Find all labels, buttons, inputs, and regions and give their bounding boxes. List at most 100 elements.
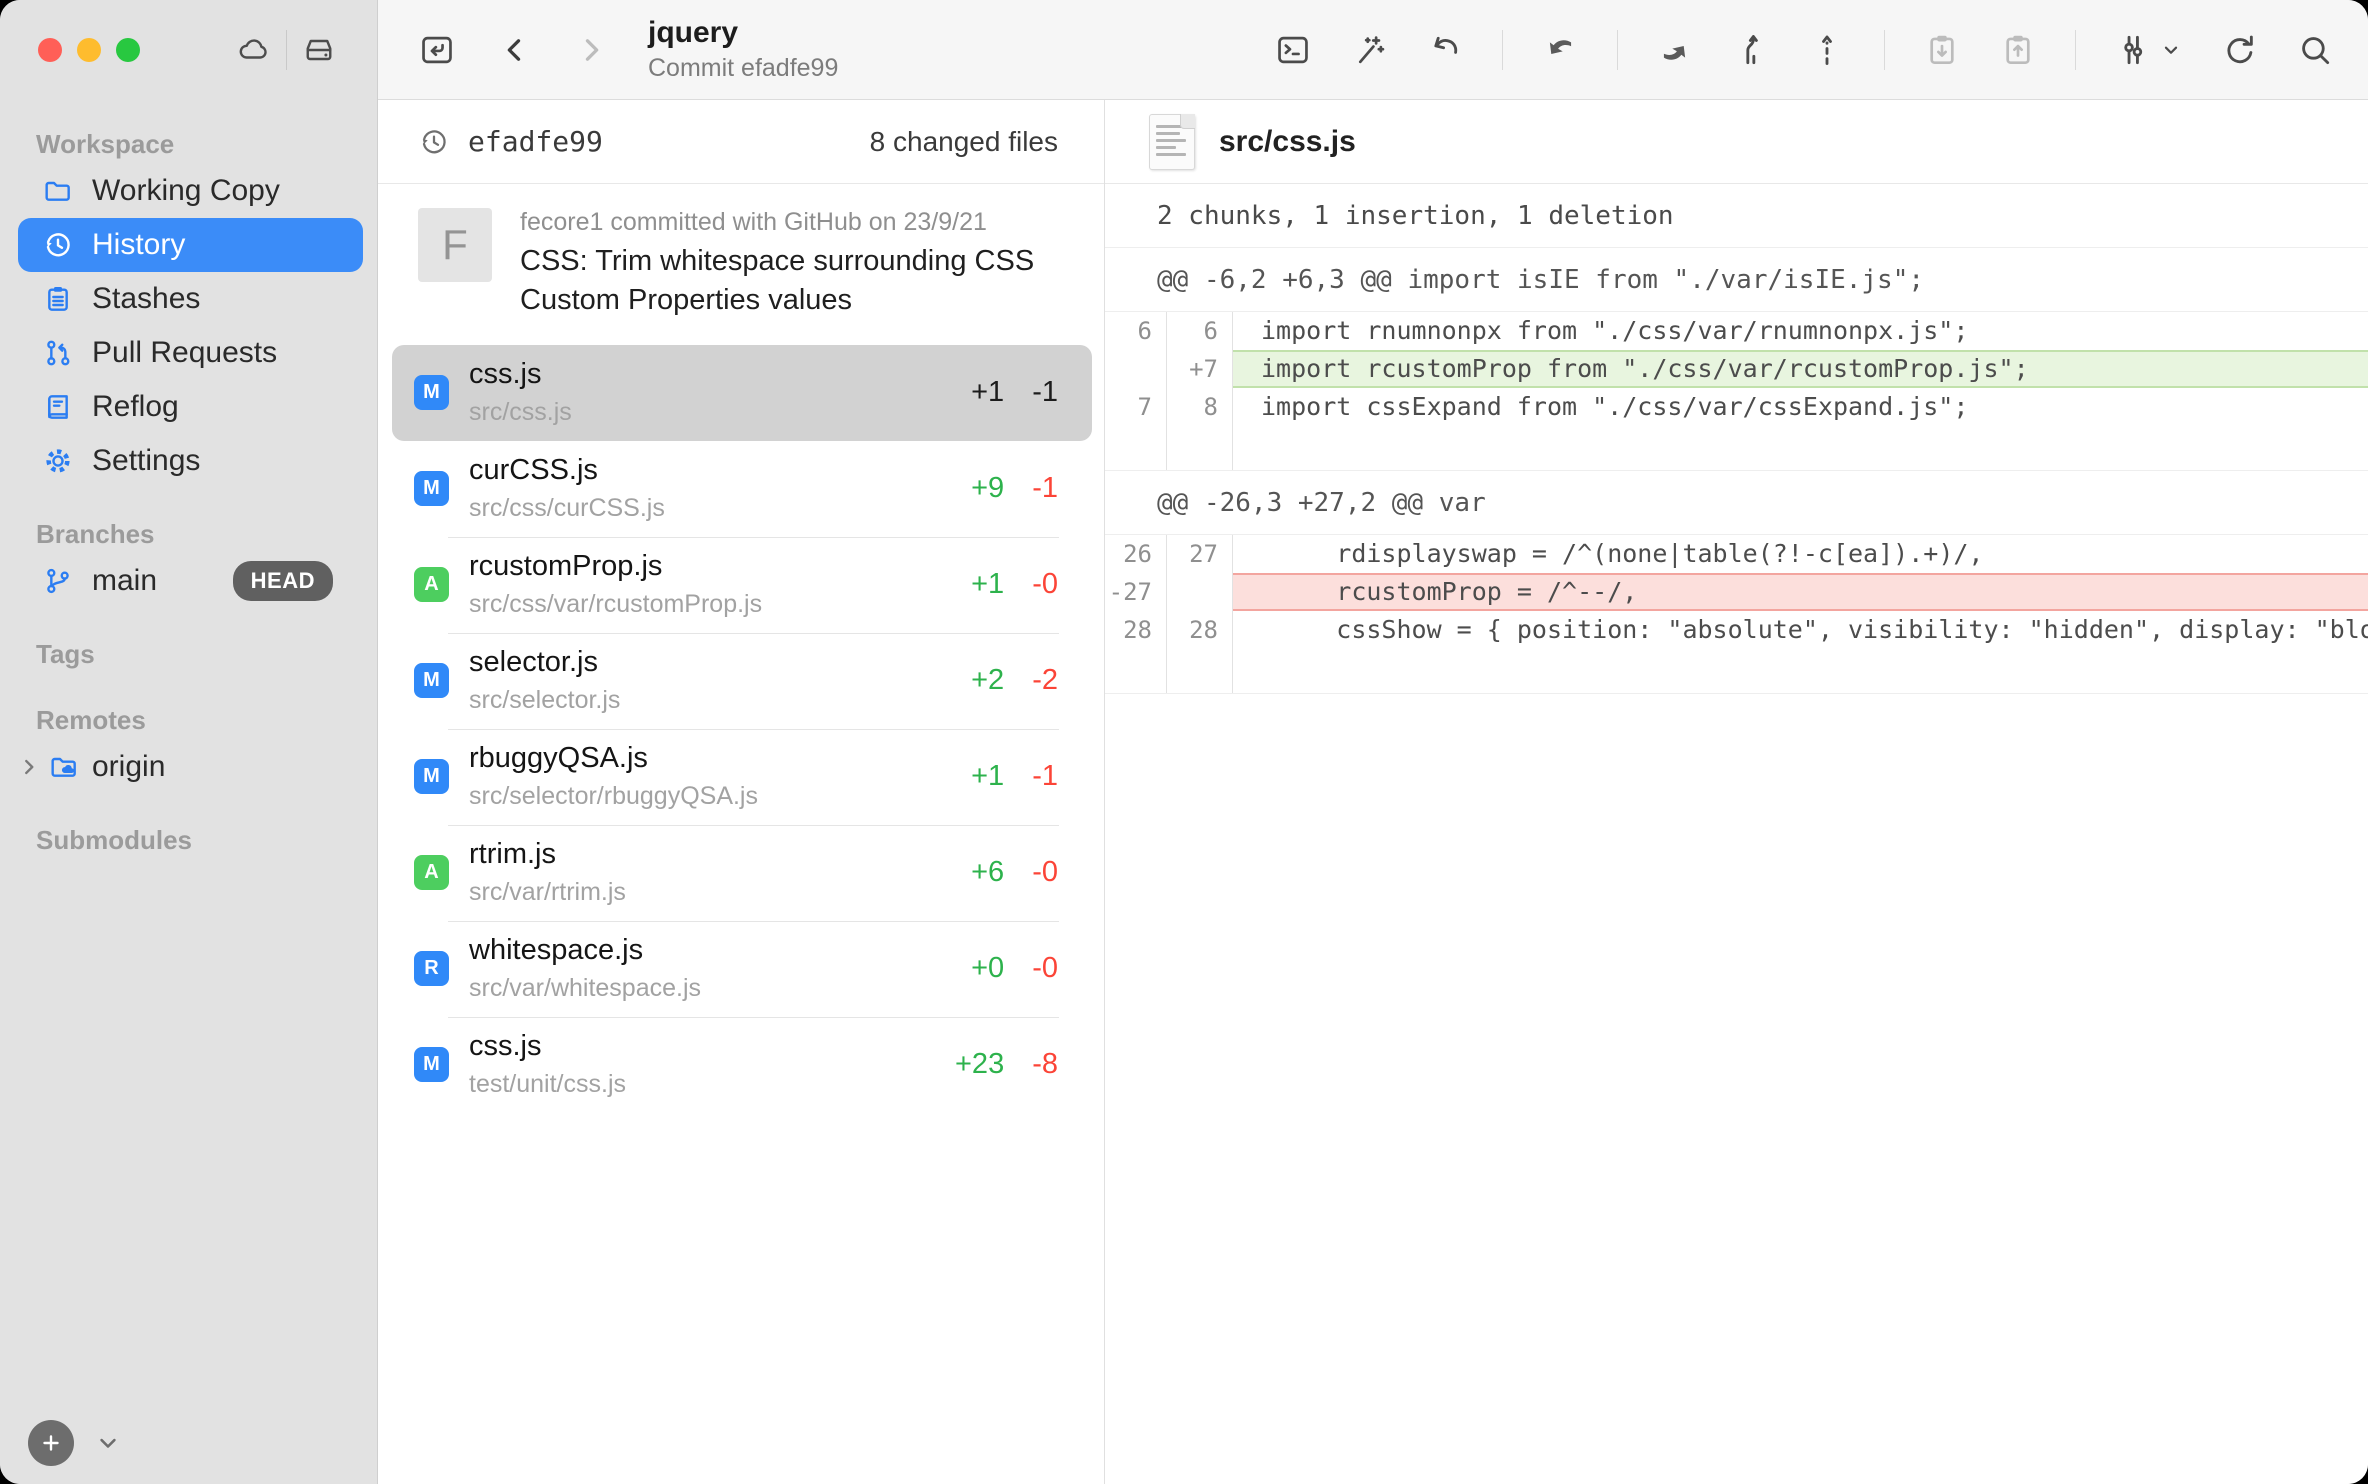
merge-icon[interactable] [1732,31,1770,69]
rebase-icon[interactable] [1808,31,1846,69]
traffic-lights [38,38,140,62]
commit-panel: efadfe99 8 changed files F fecore1 commi… [378,100,1105,1484]
file-name: rcustomProp.js [469,550,762,583]
file-row[interactable]: M selector.js src/selector.js +2-2 [378,633,1104,729]
file-path: test/unit/css.js [469,1070,626,1099]
file-path: src/selector/rbuggyQSA.js [469,782,758,811]
status-badge-modified: M [414,375,449,410]
toolbar-divider [1502,30,1503,70]
commit-sha: efadfe99 [468,125,603,158]
new-line-number [1167,573,1233,611]
diff-gutter-filler [1105,649,2368,693]
removed-count: -0 [1032,952,1058,985]
new-line-number: 28 [1167,611,1233,649]
zoom-window-button[interactable] [116,38,140,62]
chevron-down-icon[interactable] [94,1429,122,1457]
pull-icon[interactable] [1541,31,1579,69]
status-badge-renamed: R [414,951,449,986]
commit-panel-header: efadfe99 8 changed files [378,100,1104,184]
minimize-window-button[interactable] [77,38,101,62]
file-name: rtrim.js [469,838,626,871]
head-badge: HEAD [233,561,333,601]
sidebar-item-label: Settings [92,444,200,478]
sidebar-item-label: Reflog [92,390,179,424]
file-path: src/css/curCSS.js [469,494,665,523]
removed-count: -1 [1032,376,1058,409]
file-row[interactable]: A rcustomProp.js src/css/var/rcustomProp… [378,537,1104,633]
sidebar: Workspace Working Copy History Stashes P… [0,0,378,1484]
code-text: rcustomProp = /^--/, [1233,573,2368,611]
diff-line-context: 28 28 cssShow = { position: "absolute", … [1105,611,2368,649]
remote-name: origin [92,750,165,784]
diff-file-name: src/css.js [1219,125,1356,159]
local-drive-icon[interactable] [301,32,337,68]
added-count: +1 [971,376,1004,409]
chevron-down-icon [2160,39,2182,61]
sidebar-item-working-copy[interactable]: Working Copy [0,164,377,218]
file-row[interactable]: R whitespace.js src/var/whitespace.js +0… [378,921,1104,1017]
removed-count: -0 [1032,856,1058,889]
search-icon[interactable] [2296,31,2334,69]
folder-icon [42,175,74,207]
forward-icon[interactable] [574,33,608,67]
cloud-icon[interactable] [236,32,272,68]
added-count: +9 [971,472,1004,505]
push-icon[interactable] [1656,31,1694,69]
quick-launch-wand-icon[interactable] [1350,31,1388,69]
back-icon[interactable] [498,33,532,67]
close-window-button[interactable] [38,38,62,62]
added-count: +2 [971,664,1004,697]
sidebar-item-branch-main[interactable]: main HEAD [0,554,377,608]
clock-history-icon [418,126,450,158]
repo-switcher-icon[interactable] [418,31,456,69]
stash-clipboard-icon [42,283,74,315]
hunk-header: @@ -6,2 +6,3 @@ import isIE from "./var/… [1105,248,2368,312]
chevron-right-icon[interactable] [16,754,42,780]
diff-panel-header: src/css.js [1105,100,2368,184]
window-title: jquery [648,16,838,50]
sidebar-item-remote-origin[interactable]: origin [0,740,377,794]
fetch-refresh-icon[interactable] [2220,31,2258,69]
toolbar: jquery Commit efadfe99 [378,0,2368,100]
file-name: whitespace.js [469,934,701,967]
view-options-control[interactable] [2114,31,2182,69]
status-badge-modified: M [414,471,449,506]
sidebar-titlebar [0,0,377,100]
stash-save-icon[interactable] [1923,31,1961,69]
file-path: src/var/whitespace.js [469,974,701,1003]
file-row[interactable]: M rbuggyQSA.js src/selector/rbuggyQSA.js… [378,729,1104,825]
file-row[interactable]: M css.js src/css.js +1-1 [392,345,1092,441]
add-repository-button[interactable] [28,1420,74,1466]
new-line-number: 8 [1167,388,1233,426]
diff-panel: src/css.js 2 chunks, 1 insertion, 1 dele… [1105,100,2368,1484]
removed-count: -2 [1032,664,1058,697]
reflog-book-icon [42,391,74,423]
code-text: import rnumnonpx from "./css/var/rnumnon… [1233,312,2368,350]
section-label-branches: Branches [0,514,377,554]
status-badge-added: A [414,567,449,602]
sidebar-item-stashes[interactable]: Stashes [0,272,377,326]
avatar: F [418,208,492,282]
diff-gutter-filler [1105,426,2368,470]
removed-count: -0 [1032,568,1058,601]
section-label-remotes: Remotes [0,700,377,740]
hunk-header: @@ -26,3 +27,2 @@ var [1105,471,2368,535]
status-badge-added: A [414,855,449,890]
file-row[interactable]: M css.js test/unit/css.js +23-8 [378,1017,1104,1113]
stash-apply-icon[interactable] [1999,31,2037,69]
discard-arrow-icon[interactable] [1426,31,1464,69]
file-path: src/var/rtrim.js [469,878,626,907]
sidebar-item-history[interactable]: History [18,218,363,272]
sidebar-item-label: Stashes [92,282,200,316]
changed-file-list: M css.js src/css.js +1-1 M curCSS.js src… [378,341,1104,1484]
old-line-number: 28 [1105,611,1167,649]
file-row[interactable]: M curCSS.js src/css/curCSS.js +9-1 [378,441,1104,537]
sidebar-item-pull-requests[interactable]: Pull Requests [0,326,377,380]
changed-files-count: 8 changed files [870,126,1058,158]
clock-history-icon [42,229,74,261]
file-row[interactable]: A rtrim.js src/var/rtrim.js +6-0 [378,825,1104,921]
terminal-icon[interactable] [1274,31,1312,69]
sidebar-item-reflog[interactable]: Reflog [0,380,377,434]
code-text: import cssExpand from "./css/var/cssExpa… [1233,388,2368,426]
sidebar-item-settings[interactable]: Settings [0,434,377,488]
